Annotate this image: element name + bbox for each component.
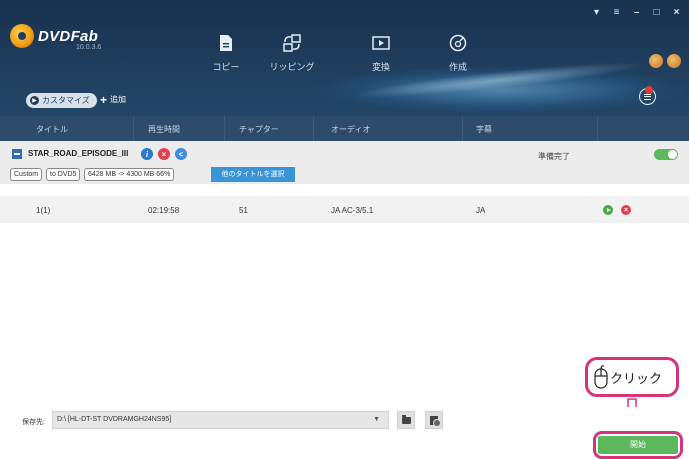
app-version: 10.0.3.6 xyxy=(76,44,102,51)
mode-converter-button[interactable]: 変換 xyxy=(351,34,411,73)
row-title: 1(1) xyxy=(36,206,51,215)
mode-creator-label: 作成 xyxy=(448,62,467,72)
start-button[interactable]: 開始 xyxy=(593,431,683,459)
output-tag[interactable]: to DVD5 xyxy=(46,168,81,181)
row-chapters: 51 xyxy=(239,206,248,215)
save-iso-button[interactable] xyxy=(425,411,443,429)
table-row[interactable]: 1(1) 02:19:58 51 JA AC-3/5.1 JA × xyxy=(0,196,689,223)
window-controls: ▾ ≡ – □ × xyxy=(592,7,681,18)
notification-badge xyxy=(645,86,653,94)
save-to-label: 保存先: xyxy=(22,419,45,426)
arrow-right-icon: ▶ xyxy=(30,96,39,105)
click-label: クリック xyxy=(610,370,663,386)
folder-icon xyxy=(401,414,411,424)
row-subtitle[interactable]: JA xyxy=(476,206,485,215)
profile-tag[interactable]: Custom xyxy=(10,168,43,181)
avatar[interactable] xyxy=(667,54,681,68)
size-tag: 6428 MB -> 4300 MB 66% xyxy=(84,168,175,181)
column-header: タイトル 再生時間 チャプター オーディオ 字幕 xyxy=(0,116,689,141)
column-audio: オーディオ xyxy=(331,125,371,134)
source-row: STAR_ROAD_EPISODE_III i × < 準備完了 Custom … xyxy=(0,141,689,184)
minimize-button[interactable]: – xyxy=(632,7,641,18)
mode-converter-label: 変換 xyxy=(371,62,390,72)
mode-creator-button[interactable]: 作成 xyxy=(428,34,488,73)
app-logo: DVDFab 10.0.3.6 xyxy=(10,24,102,51)
column-divider xyxy=(462,116,463,141)
other-title-button[interactable]: 他のタイトルを選択 xyxy=(211,167,295,182)
column-chapters: チャプター xyxy=(239,125,279,134)
delete-icon[interactable]: × xyxy=(621,205,631,215)
status-text: 準備完了 xyxy=(538,152,570,161)
column-duration: 再生時間 xyxy=(148,125,180,134)
avatar-group xyxy=(649,54,681,68)
customize-label: カスタマイズ xyxy=(42,96,90,105)
start-label: 開始 xyxy=(598,436,678,454)
app-name: DVDFab xyxy=(38,27,99,45)
mode-copy-button[interactable]: コピー xyxy=(196,34,256,73)
dvdfab-disc-icon xyxy=(10,24,34,48)
column-divider xyxy=(133,116,134,141)
close-button[interactable]: × xyxy=(672,7,681,18)
enable-toggle[interactable] xyxy=(654,149,678,160)
mode-ripper-label: リッピング xyxy=(269,62,315,72)
column-divider xyxy=(224,116,225,141)
dropdown-icon[interactable]: ▾ xyxy=(592,7,601,18)
column-divider xyxy=(313,116,314,141)
share-icon[interactable]: < xyxy=(175,148,187,160)
menu-lines-icon[interactable]: ≡ xyxy=(612,7,621,18)
remove-icon[interactable]: × xyxy=(158,148,170,160)
destination-select[interactable]: D:\ [HL-DT-ST DVDRAMGH24NS95] ▼ xyxy=(52,411,389,429)
mode-copy-label: コピー xyxy=(212,62,240,72)
iso-file-icon xyxy=(430,415,441,427)
hamburger-icon xyxy=(644,93,651,100)
source-title: STAR_ROAD_EPISODE_III xyxy=(28,149,129,158)
add-label: 追加 xyxy=(110,95,127,104)
chevron-down-icon: ▼ xyxy=(373,416,380,423)
collapse-icon[interactable] xyxy=(12,149,22,159)
column-title: タイトル xyxy=(36,125,68,134)
play-icon[interactable] xyxy=(603,205,613,215)
row-audio[interactable]: JA AC-3/5.1 xyxy=(331,206,373,215)
click-callout: クリック xyxy=(585,357,679,397)
avatar[interactable] xyxy=(649,54,663,68)
ripper-icon xyxy=(283,34,301,52)
row-duration: 02:19:58 xyxy=(148,206,180,215)
creator-icon xyxy=(449,34,467,52)
header-banner: DVDFab 10.0.3.6 ▾ ≡ – □ × コピー リッピング 変換 作… xyxy=(0,0,689,116)
mouse-icon xyxy=(594,365,608,389)
copy-icon xyxy=(220,35,232,51)
column-subtitle: 字幕 xyxy=(476,125,492,134)
destination-value: D:\ [HL-DT-ST DVDRAMGH24NS95] xyxy=(57,416,172,423)
column-divider xyxy=(597,116,598,141)
plus-icon: + xyxy=(100,92,108,107)
maximize-button[interactable]: □ xyxy=(652,7,661,18)
browse-folder-button[interactable] xyxy=(397,411,415,429)
add-button[interactable]: + 追加 xyxy=(100,92,127,107)
mode-ripper-button[interactable]: リッピング xyxy=(262,34,322,73)
converter-icon xyxy=(372,36,390,50)
customize-button[interactable]: ▶ カスタマイズ xyxy=(26,93,97,108)
info-icon[interactable]: i xyxy=(141,148,153,160)
